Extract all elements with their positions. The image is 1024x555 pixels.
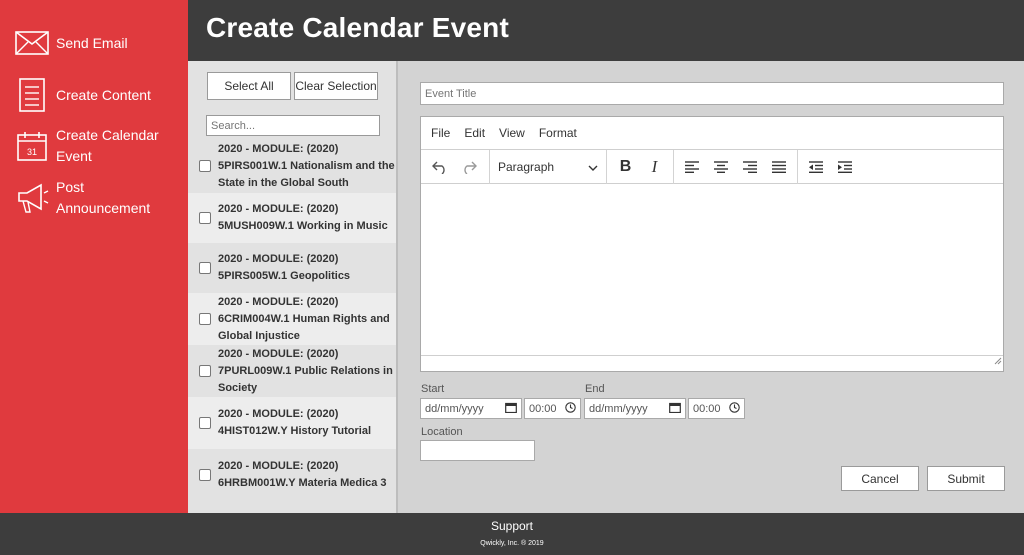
course-label: 2020 - MODULE: (2020) 5MUSH009W.1 Workin… (218, 203, 388, 232)
block-format-value: Paragraph (498, 159, 555, 174)
list-item[interactable]: 2020 - MODULE: (2020) 5MUSH009W.1 Workin… (188, 193, 396, 243)
course-label: 2020 - MODULE: (2020) 7PURL009W.1 Public… (218, 347, 393, 394)
editor-toolbar: Paragraph B I (421, 149, 1003, 184)
course-label: 2020 - MODULE: (2020) 6CRIM004W.1 Human … (218, 295, 390, 342)
svg-text:31: 31 (27, 147, 37, 157)
list-item[interactable]: 2020 - MODULE: (2020) 7PURL009W.1 Public… (188, 345, 396, 397)
editor-content-area[interactable] (421, 185, 1003, 356)
course-checkbox[interactable] (199, 365, 211, 377)
sidebar-item-label: Post Announcement (56, 179, 151, 216)
start-label: Start (421, 383, 445, 395)
course-list-panel: Select All Clear Selection 2020 - MODULE… (188, 61, 398, 513)
list-item[interactable]: 2020 - MODULE: (2020) 6HRBM001W.Y Materi… (188, 449, 396, 501)
clock-icon[interactable] (565, 401, 576, 416)
calendar-icon: 31 (14, 128, 50, 164)
page-header: Create Calendar Event (188, 0, 1024, 61)
document-icon (14, 77, 50, 113)
calendar-picker-icon[interactable] (505, 402, 517, 416)
end-label: End (585, 383, 605, 395)
megaphone-icon (14, 180, 50, 216)
toolbar-separator (797, 149, 798, 184)
calendar-picker-icon[interactable] (669, 402, 681, 416)
end-date-value: dd/mm/yyyy (589, 402, 648, 415)
menu-edit[interactable]: Edit (464, 126, 485, 140)
outdent-icon[interactable] (801, 150, 830, 184)
sidebar: Send Email Create Content 31 Create Cale… (0, 0, 188, 513)
undo-icon[interactable] (425, 150, 454, 184)
rich-text-editor: File Edit View Format Paragraph B I (420, 116, 1004, 372)
chevron-down-icon (588, 160, 598, 174)
align-left-icon[interactable] (677, 150, 706, 184)
copyright-text: Qwickly, Inc. ® 2019 (480, 540, 544, 547)
sidebar-item-label: Send Email (56, 34, 128, 51)
sidebar-item-create-content[interactable]: Create Content (14, 77, 176, 113)
sidebar-item-post-announcement[interactable]: Post Announcement (14, 177, 176, 219)
menu-file[interactable]: File (431, 126, 450, 140)
course-label: 2020 - MODULE: (2020) 6HRBM001W.Y Materi… (218, 460, 387, 489)
course-checkbox[interactable] (199, 160, 211, 172)
end-time-value: 00:00 (693, 402, 721, 415)
sidebar-item-label: Create Content (56, 86, 151, 103)
editor-statusbar (421, 355, 1003, 371)
block-format-select[interactable]: Paragraph (490, 150, 606, 184)
footer: Support Qwickly, Inc. ® 2019 (0, 513, 1024, 555)
editor-menubar: File Edit View Format (421, 117, 1003, 150)
menu-format[interactable]: Format (539, 126, 577, 140)
cancel-button[interactable]: Cancel (841, 466, 919, 491)
submit-button[interactable]: Submit (927, 466, 1005, 491)
location-input[interactable] (420, 440, 535, 461)
sidebar-item-label: Create Calendar Event (56, 127, 159, 164)
mail-icon (14, 25, 50, 61)
clock-icon[interactable] (729, 401, 740, 416)
toolbar-separator (606, 149, 607, 184)
course-checkbox[interactable] (199, 469, 211, 481)
align-right-icon[interactable] (735, 150, 764, 184)
list-item[interactable]: 2020 - MODULE: (2020) 5PIRS005W.1 Geopol… (188, 243, 396, 293)
align-center-icon[interactable] (706, 150, 735, 184)
list-item[interactable]: 2020 - MODULE: (2020) 6CRIM004W.1 Human … (188, 293, 396, 345)
course-checkbox[interactable] (199, 313, 211, 325)
start-date-input[interactable]: dd/mm/yyyy (420, 398, 522, 419)
event-title-input[interactable] (420, 82, 1004, 105)
end-time-input[interactable]: 00:00 (688, 398, 745, 419)
bold-icon[interactable]: B (611, 150, 640, 184)
course-label: 2020 - MODULE: (2020) 5PIRS005W.1 Geopol… (218, 253, 351, 282)
sidebar-item-create-calendar-event[interactable]: 31 Create Calendar Event (14, 125, 176, 167)
course-label: 2020 - MODULE: (2020) 4HIST012W.Y Histor… (218, 408, 372, 437)
course-checkbox[interactable] (199, 262, 211, 274)
support-link[interactable]: Support (0, 519, 1024, 533)
redo-icon[interactable] (454, 150, 483, 184)
list-item[interactable]: 2020 - MODULE: (2020) 4HIST012W.Y Histor… (188, 397, 396, 449)
start-date-value: dd/mm/yyyy (425, 402, 484, 415)
toolbar-separator (673, 149, 674, 184)
location-label: Location (421, 426, 463, 438)
page-title: Create Calendar Event (206, 12, 509, 43)
course-label: 2020 - MODULE: (2020) 5PIRS001W.1 Nation… (218, 142, 395, 189)
start-time-value: 00:00 (529, 402, 557, 415)
course-checkbox[interactable] (199, 212, 211, 224)
indent-icon[interactable] (830, 150, 859, 184)
italic-icon[interactable]: I (640, 150, 669, 184)
start-time-input[interactable]: 00:00 (524, 398, 581, 419)
select-all-button[interactable]: Select All (207, 72, 291, 100)
list-item[interactable]: 2020 - MODULE: (2020) 5PIRS001W.1 Nation… (188, 139, 396, 193)
align-justify-icon[interactable] (764, 150, 793, 184)
resize-handle-icon[interactable] (993, 352, 1002, 370)
sidebar-item-send-email[interactable]: Send Email (14, 25, 176, 61)
end-date-input[interactable]: dd/mm/yyyy (584, 398, 686, 419)
search-input[interactable] (206, 115, 380, 136)
menu-view[interactable]: View (499, 126, 525, 140)
clear-selection-button[interactable]: Clear Selection (294, 72, 378, 100)
course-checkbox[interactable] (199, 417, 211, 429)
